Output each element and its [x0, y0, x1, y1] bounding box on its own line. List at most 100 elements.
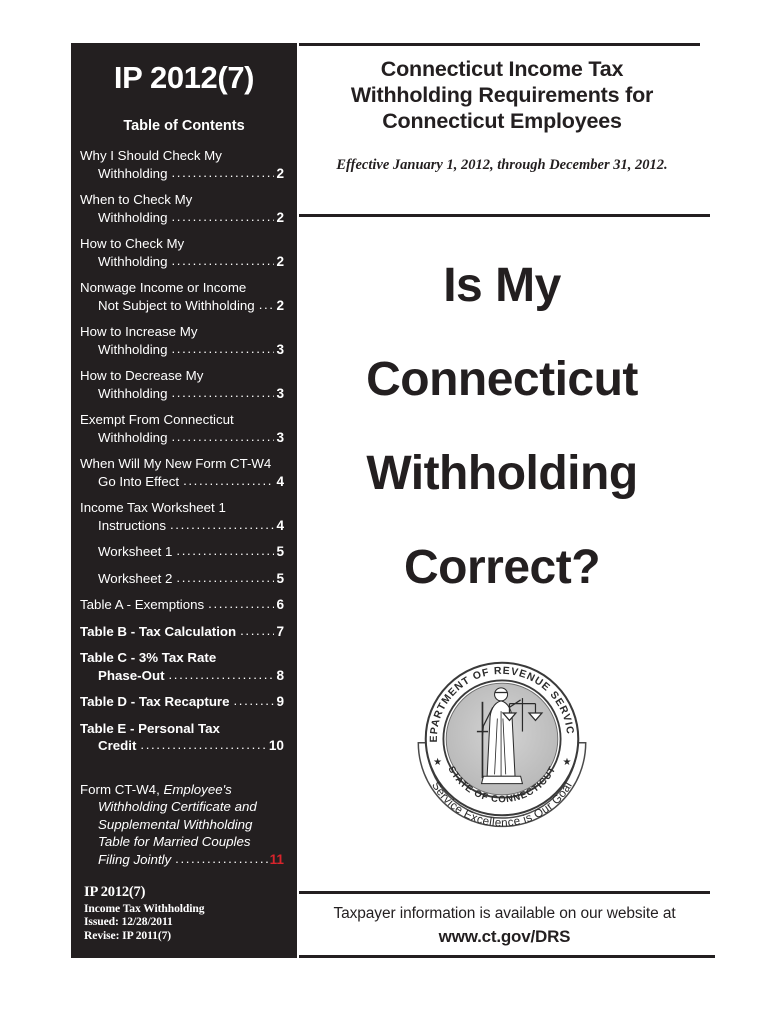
toc-page-number: 11	[269, 851, 284, 867]
top-divider-rule	[299, 43, 700, 46]
toc-page-number: 4	[276, 473, 284, 489]
toc-leader-dots	[171, 384, 274, 402]
toc-entry[interactable]: How to Decrease My Withholding 3	[80, 367, 284, 402]
document-number: IP 2012(7)	[113, 60, 255, 95]
toc-entry[interactable]: Table B - Tax Calculation 7	[80, 623, 284, 641]
toc-entry-title: Income Tax Worksheet 1	[80, 500, 226, 515]
toc-entry-label: Withholding	[98, 253, 168, 269]
toc-entry-row: Filing Jointly 11	[80, 851, 284, 869]
toc-entry-row: Not Subject to Withholding 2	[80, 297, 284, 315]
toc-page-number: 7	[276, 623, 284, 639]
toc-entry-label: Withholding	[98, 429, 168, 445]
toc-leader-dots	[169, 666, 275, 684]
toc-entry-title-italic: Supplemental Withholding	[98, 816, 253, 832]
toc-entry-row: Withholding 3	[80, 429, 284, 447]
toc-entry-title: How to Check My	[80, 236, 185, 251]
toc-entry-row: Worksheet 2 5	[80, 570, 284, 588]
toc-leader-dots	[259, 296, 275, 314]
toc-entry[interactable]: Table C - 3% Tax Rate Phase-Out 8	[80, 649, 284, 684]
toc-entry-label: Not Subject to Withholding	[98, 297, 255, 313]
toc-entry-label: Go Into Effect	[98, 473, 180, 489]
toc-page-number: 2	[276, 297, 284, 313]
toc-entry-title: Exempt From Connecticut	[80, 412, 234, 427]
toc-entry-title: How to Increase My	[80, 324, 198, 339]
toc-entry[interactable]: Nonwage Income or Income Not Subject to W…	[80, 279, 284, 314]
toc-entry-row: Go Into Effect 4	[80, 473, 284, 491]
table-of-contents-panel: IP 2012(7) Table of Contents Why I Shoul…	[71, 43, 297, 958]
hero-line: Withholding	[366, 447, 638, 500]
toc-entry[interactable]: Table A - Exemptions 6	[80, 596, 284, 614]
hero-line: Correct?	[403, 541, 601, 594]
drs-seal: DEPARTMENT OF REVENUE SERVICES STATE OF …	[299, 646, 705, 832]
document-footer-line: Income Tax Withholding	[84, 901, 205, 915]
toc-entry[interactable]: How to Check My Withholding 2	[80, 235, 284, 270]
toc-leader-dots	[170, 516, 274, 534]
website-url[interactable]: www.ct.gov/DRS	[299, 927, 710, 947]
toc-entry[interactable]: Income Tax Worksheet 1 Instructions 4	[80, 499, 284, 534]
toc-entry-row: Phase-Out 8	[80, 667, 284, 685]
toc-entry-title-row: Form CT-W4, Employee's	[80, 781, 284, 799]
toc-spacer	[80, 764, 284, 781]
toc-entry-label: Table D - Tax Recapture	[80, 694, 230, 709]
main-content-column: Connecticut Income Tax Withholding Requi…	[299, 43, 715, 958]
toc-page-number: 3	[276, 429, 284, 445]
toc-entry[interactable]: Worksheet 2 5	[80, 570, 284, 588]
document-footer-title: IP 2012(7)	[84, 884, 146, 900]
toc-leader-dots	[176, 542, 274, 560]
toc-entry-title-italic: Employee's	[163, 781, 232, 797]
toc-entry-row: Worksheet 1 5	[80, 543, 284, 561]
website-footer-text: Taxpayer information is available on our…	[333, 905, 676, 922]
toc-entry-label: Withholding	[98, 341, 168, 357]
seal-graphic: DEPARTMENT OF REVENUE SERVICES STATE OF …	[409, 646, 587, 829]
toc-entry[interactable]: How to Increase My Withholding 3	[80, 323, 284, 358]
toc-list: Why I Should Check MyWithholding2When to…	[71, 147, 297, 868]
toc-entry[interactable]: Table D - Tax Recapture 9	[80, 693, 284, 711]
page-title: Connecticut Income Tax Withholding Requi…	[299, 56, 705, 134]
toc-page-number: 5	[276, 544, 284, 559]
toc-entry[interactable]: When Will My New Form CT-W4 Go Into Effec…	[80, 455, 284, 490]
toc-entry[interactable]: Table E - Personal Tax Credit 10	[80, 720, 284, 755]
header-divider-rule	[299, 214, 710, 217]
toc-entry-label: Worksheet 2	[98, 570, 173, 586]
toc-entry-title: Why I Should Check My	[80, 148, 222, 163]
toc-entry-row: Instructions 4	[80, 517, 284, 535]
toc-entry-title: Nonwage Income or Income	[80, 280, 247, 295]
toc-leader-dots	[140, 736, 266, 754]
page-title-line: Connecticut Income Tax	[380, 57, 624, 81]
toc-leader-dots	[171, 252, 274, 270]
toc-entry-label: Instructions	[98, 517, 166, 533]
toc-entry-title: Table C - 3% Tax Rate	[80, 650, 217, 665]
toc-entry[interactable]: When to Check My Withholding 2	[80, 191, 284, 226]
toc-page-number: 6	[276, 597, 284, 612]
toc-entry-row: Withholding 3	[80, 385, 284, 403]
toc-leader-dots	[171, 428, 274, 446]
toc-entry-title: When to Check My	[80, 192, 193, 207]
seal-star-icon: ★	[433, 757, 442, 768]
toc-entry[interactable]: Worksheet 1 5	[80, 543, 284, 561]
toc-page-number: 10	[268, 738, 284, 753]
toc-entry-label: Filing Jointly	[98, 851, 172, 867]
toc-entry[interactable]: Exempt From Connecticut Withholding 3	[80, 411, 284, 446]
toc-entry-row: Withholding 2	[80, 209, 284, 227]
toc-page-number: 3	[276, 341, 284, 357]
toc-page-number: 2	[276, 165, 284, 181]
document-footer-line: Revise: IP 2011(7)	[84, 928, 172, 942]
toc-page-number: 2	[276, 209, 284, 225]
toc-entry-row: Table D - Tax Recapture 9	[80, 693, 284, 711]
toc-page-number: 4	[276, 517, 284, 533]
toc-entry-label: Withholding	[98, 209, 168, 225]
toc-entry-title: How to Decrease My	[80, 368, 204, 383]
toc-entry-label: Worksheet 1	[98, 544, 173, 559]
toc-leader-dots	[176, 569, 274, 587]
toc-entry-form-ctw4[interactable]: Form CT-W4, Employee's Withholding Certif…	[80, 781, 284, 869]
toc-entry-label: Withholding	[98, 165, 168, 181]
effective-date-range: Effective January 1, 2012, through Decem…	[336, 157, 668, 173]
toc-entry-row: Withholding 2	[80, 165, 284, 183]
toc-entry[interactable]: Why I Should Check My Withholding 2	[80, 147, 284, 182]
page-title-line: Connecticut Employees	[382, 109, 622, 133]
toc-entry-title-italic: Withholding Certificate and	[98, 799, 257, 814]
toc-leader-dots	[234, 692, 275, 710]
toc-entry-title: Form CT-W4,	[80, 781, 160, 797]
toc-leader-dots	[183, 472, 274, 490]
seal-star-icon: ★	[562, 757, 571, 768]
